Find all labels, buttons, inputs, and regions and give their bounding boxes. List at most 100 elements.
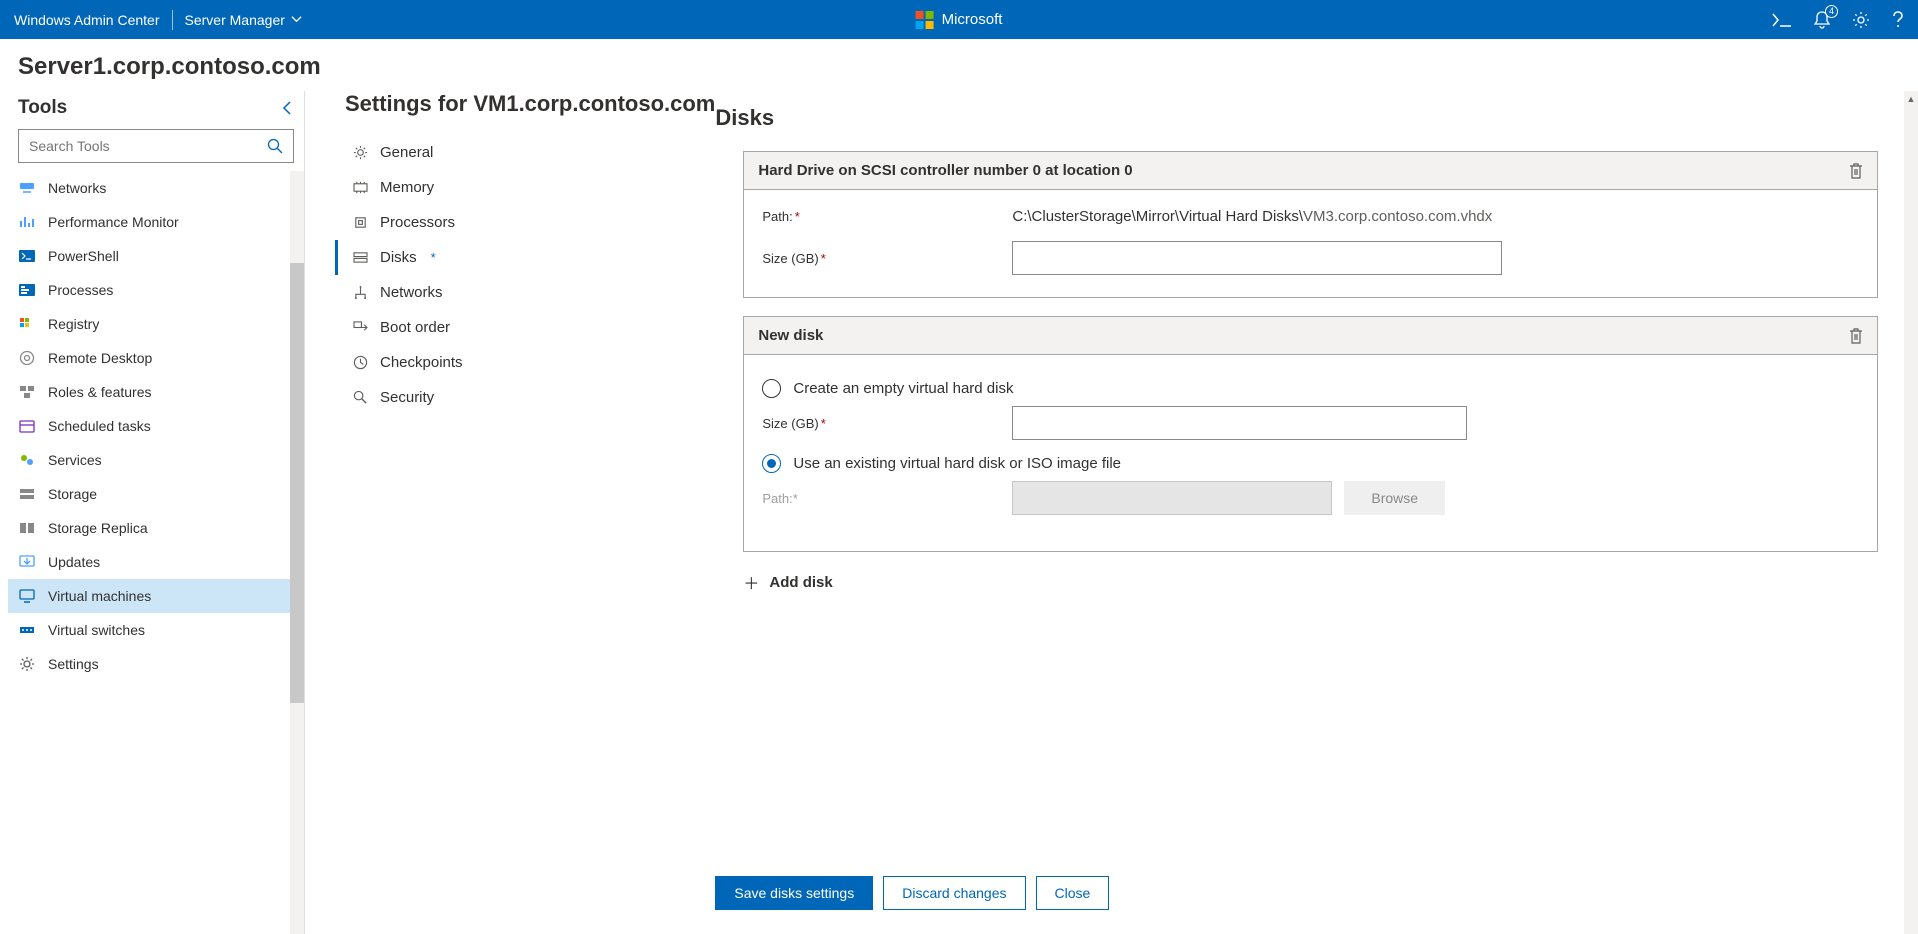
tool-item-scheduled[interactable]: Scheduled tasks — [8, 409, 304, 443]
nav-boot-order[interactable]: Boot order — [335, 310, 510, 345]
tools-scrollbar[interactable] — [290, 171, 304, 934]
help-button[interactable] — [1892, 11, 1904, 29]
powershell-icon — [18, 250, 36, 262]
replica-icon — [18, 522, 36, 534]
nav-label: Disks — [380, 249, 417, 266]
settings-button[interactable] — [1852, 11, 1870, 29]
radio-use-existing[interactable]: Use an existing virtual hard disk or ISO… — [762, 454, 1859, 473]
checkpoint-icon — [352, 355, 368, 370]
tool-item-services[interactable]: Services — [8, 443, 304, 477]
nav-label: Networks — [380, 284, 443, 301]
close-button[interactable]: Close — [1036, 876, 1110, 910]
new-disk-path-label: Path:* — [762, 491, 1012, 506]
section-title: Disks — [715, 105, 1878, 131]
registry-icon — [18, 317, 36, 331]
divider — [172, 10, 173, 30]
collapse-tools-button[interactable] — [282, 101, 292, 115]
tool-label: Storage — [48, 486, 97, 502]
tool-item-performance[interactable]: Performance Monitor — [8, 205, 304, 239]
new-disk-size-label: Size (GB)* — [762, 416, 1012, 431]
tool-item-remote-desktop[interactable]: Remote Desktop — [8, 341, 304, 375]
page-title: Settings for VM1.corp.contoso.com — [335, 91, 715, 135]
tool-item-roles[interactable]: Roles & features — [8, 375, 304, 409]
tool-label: Updates — [48, 554, 100, 570]
chevron-left-icon — [282, 101, 292, 115]
tool-label: Storage Replica — [48, 520, 148, 536]
modified-indicator: * — [431, 250, 436, 265]
tool-item-powershell[interactable]: PowerShell — [8, 239, 304, 273]
notification-badge: 4 — [1825, 5, 1838, 18]
radio-icon — [762, 379, 781, 398]
tool-item-storage[interactable]: Storage — [8, 477, 304, 511]
tool-item-settings[interactable]: Settings — [8, 647, 304, 681]
discard-button[interactable]: Discard changes — [883, 876, 1025, 910]
microsoft-branding: Microsoft — [916, 11, 1003, 29]
storage-icon — [18, 488, 36, 500]
tools-search[interactable] — [18, 129, 294, 163]
nav-memory[interactable]: Memory — [335, 170, 510, 205]
new-disk-size-input[interactable] — [1012, 406, 1467, 440]
browse-button[interactable]: Browse — [1344, 481, 1445, 515]
tool-label: Virtual switches — [48, 622, 145, 638]
context-picker[interactable]: Server Manager — [185, 12, 302, 28]
nav-processors[interactable]: Processors — [335, 205, 510, 240]
tool-item-networks[interactable]: Networks — [8, 171, 304, 205]
services-icon — [18, 452, 36, 468]
tool-item-processes[interactable]: Processes — [8, 273, 304, 307]
delete-new-disk-button[interactable] — [1849, 328, 1863, 344]
new-disk-title: New disk — [758, 327, 823, 344]
nav-label: Processors — [380, 214, 455, 231]
radio-create-empty[interactable]: Create an empty virtual hard disk — [762, 379, 1859, 398]
tool-item-registry[interactable]: Registry — [8, 307, 304, 341]
plus-icon: ＋ — [743, 570, 759, 594]
tools-sidebar: Tools Networks Performance Monitor Power… — [0, 91, 305, 934]
console-icon — [1772, 13, 1792, 27]
tool-label: PowerShell — [48, 248, 119, 264]
rdp-icon — [18, 350, 36, 366]
scrollbar-thumb[interactable] — [290, 263, 304, 703]
vm-icon — [18, 589, 36, 603]
save-button[interactable]: Save disks settings — [715, 876, 873, 910]
nav-networks[interactable]: Networks — [335, 275, 510, 310]
add-disk-button[interactable]: ＋ Add disk — [743, 570, 832, 594]
tools-search-input[interactable] — [29, 138, 267, 154]
disk-icon — [352, 251, 368, 264]
nav-label: Checkpoints — [380, 354, 463, 371]
net-icon — [352, 286, 368, 299]
disk-0-size-input[interactable] — [1012, 241, 1502, 275]
vswitch-icon — [18, 624, 36, 636]
notifications-button[interactable]: 4 — [1814, 11, 1830, 29]
tool-label: Scheduled tasks — [48, 418, 151, 434]
tool-label: Processes — [48, 282, 113, 298]
trash-icon — [1849, 163, 1863, 179]
tool-item-storage-replica[interactable]: Storage Replica — [8, 511, 304, 545]
delete-disk-0-button[interactable] — [1849, 163, 1863, 179]
nav-disks[interactable]: Disks * — [335, 240, 510, 275]
nav-label: Security — [380, 389, 434, 406]
network-icon — [18, 182, 36, 194]
disk-panel-0-title: Hard Drive on SCSI controller number 0 a… — [758, 162, 1132, 179]
size-label: Size (GB)* — [762, 251, 1012, 266]
nav-general[interactable]: General — [335, 135, 510, 170]
nav-security[interactable]: Security — [335, 380, 510, 415]
security-icon — [352, 390, 368, 405]
gear-icon — [1852, 11, 1870, 29]
tool-item-virtual-machines[interactable]: Virtual machines — [8, 579, 304, 613]
tool-label: Services — [48, 452, 102, 468]
scheduled-icon — [18, 419, 36, 433]
nav-label: General — [380, 144, 433, 161]
microsoft-logo-icon — [916, 11, 934, 29]
radio-icon — [762, 454, 781, 473]
nav-checkpoints[interactable]: Checkpoints — [335, 345, 510, 380]
main-scrollbar[interactable]: ▲ — [1904, 91, 1918, 934]
radio-label: Create an empty virtual hard disk — [793, 380, 1013, 397]
tool-item-updates[interactable]: Updates — [8, 545, 304, 579]
nav-label: Boot order — [380, 319, 450, 336]
processes-icon — [18, 284, 36, 296]
disk-panel-0: Hard Drive on SCSI controller number 0 a… — [743, 151, 1878, 298]
scroll-up-arrow[interactable]: ▲ — [1904, 91, 1918, 107]
console-button[interactable] — [1772, 13, 1792, 27]
help-icon — [1892, 11, 1904, 29]
tool-item-virtual-switches[interactable]: Virtual switches — [8, 613, 304, 647]
nav-label: Memory — [380, 179, 434, 196]
